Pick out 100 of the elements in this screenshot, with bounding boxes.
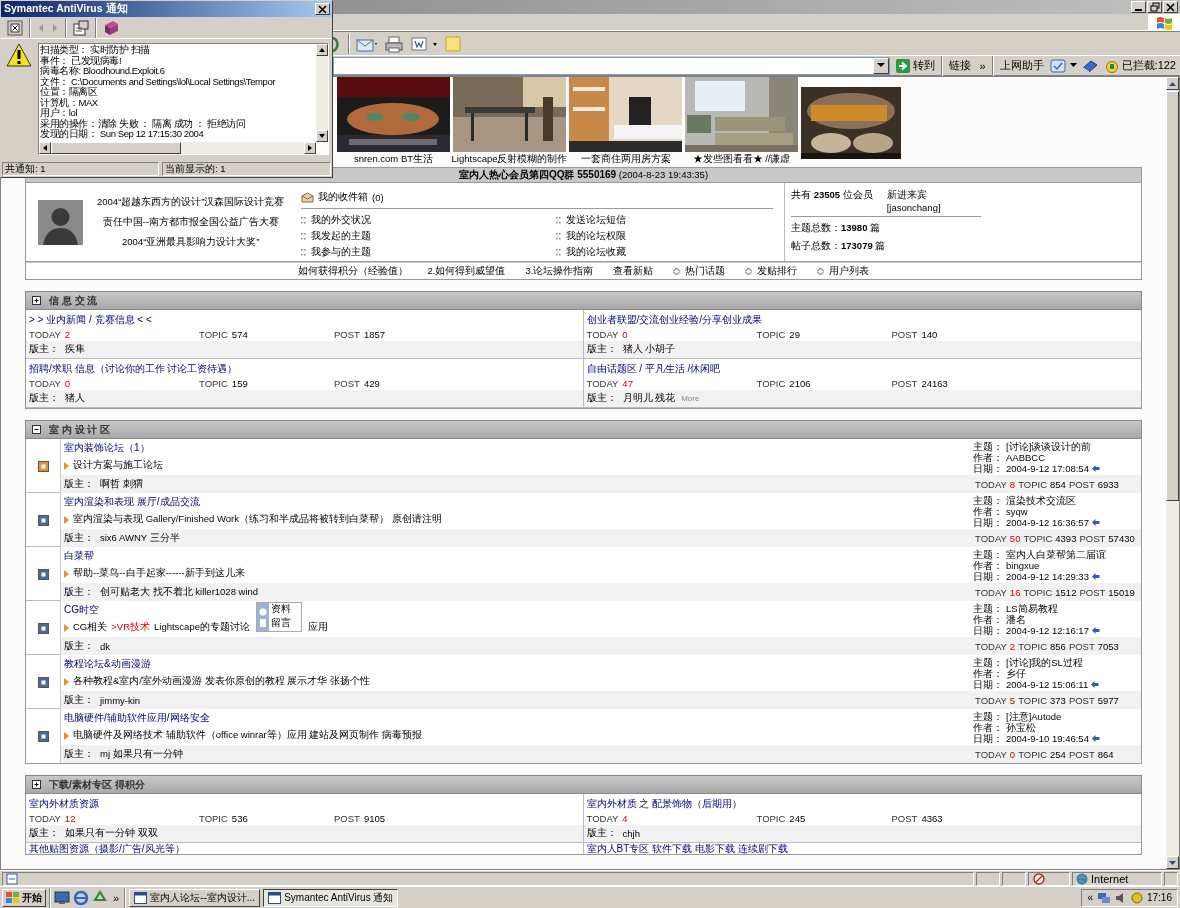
nav-link[interactable]: 如何获得积分（经验值） bbox=[297, 264, 408, 278]
properties-icon[interactable] bbox=[73, 19, 89, 36]
taskbar-button[interactable]: Symantec AntiVirus 通知 bbox=[263, 888, 399, 907]
links-button[interactable]: 链接 bbox=[947, 56, 974, 75]
forum-link[interactable]: 自由话题区 / 平凡生活 /休闲吧 bbox=[583, 361, 721, 376]
last-post-link[interactable]: [讨论]谈谈设计的前 bbox=[1006, 441, 1092, 452]
newcomer-link[interactable]: [jasonchang] bbox=[886, 202, 941, 213]
forum-link[interactable]: 招聘/求职 信息（讨论你的工作 讨论工资待遇） bbox=[26, 361, 238, 376]
minimize-button[interactable] bbox=[1131, 1, 1146, 13]
moderator-names[interactable]: six6 AWNY 三分半 bbox=[100, 531, 180, 545]
last-post-link[interactable]: [注意]Autode bbox=[1006, 711, 1062, 722]
expand-icon[interactable] bbox=[32, 296, 41, 305]
caret-icon[interactable] bbox=[1069, 63, 1077, 68]
scroll-thumb[interactable] bbox=[1166, 91, 1179, 501]
nav-link[interactable]: 查看新贴 bbox=[613, 264, 654, 278]
printer-icon[interactable] bbox=[384, 34, 404, 53]
jump-arrow-icon[interactable] bbox=[1091, 573, 1100, 580]
collapse-icon[interactable] bbox=[32, 425, 41, 434]
vertical-scrollbar[interactable] bbox=[316, 44, 328, 142]
show-hidden-button[interactable]: « bbox=[1087, 892, 1093, 903]
bullet-icon bbox=[556, 249, 561, 256]
network-icon[interactable] bbox=[1096, 891, 1111, 904]
forum-link[interactable]: CG时空 bbox=[61, 602, 99, 618]
more-button[interactable]: » bbox=[111, 891, 122, 904]
section-title[interactable]: 室 内 设 计 区 bbox=[49, 422, 111, 437]
browser-icon[interactable] bbox=[73, 889, 89, 906]
desktop-icon[interactable] bbox=[54, 889, 70, 906]
image-caption[interactable]: snren.com BT生活 bbox=[353, 153, 434, 166]
document-icon[interactable] bbox=[409, 34, 439, 53]
moderator-names[interactable]: dk bbox=[100, 640, 111, 652]
nav-link[interactable]: 2.如何得到威望值 bbox=[427, 264, 506, 278]
moderator-names[interactable]: 猪人 小胡子 bbox=[622, 343, 676, 356]
image-caption[interactable]: 一套商住两用房方案 bbox=[580, 153, 671, 166]
forum-link[interactable]: 室内外材质 之 配景饰物（后期用） bbox=[583, 796, 743, 811]
window-title: Symantec AntiVirus 通知 bbox=[4, 2, 128, 16]
moderator-names[interactable]: chjh bbox=[622, 828, 640, 839]
last-post-link[interactable]: 渲染技术交流区 bbox=[1006, 495, 1076, 506]
jump-arrow-icon[interactable] bbox=[1091, 681, 1100, 688]
address-field[interactable] bbox=[333, 56, 891, 75]
last-post-link[interactable]: 室内人白菜帮第二届谊 bbox=[1006, 549, 1106, 560]
forum-link[interactable]: 室内外材质资源 bbox=[26, 796, 99, 811]
image-caption[interactable]: ★发些图看看★ //谦虚 bbox=[692, 153, 791, 166]
panel-link[interactable]: 发送论坛短信 bbox=[566, 214, 626, 227]
moderator-names[interactable]: 月明儿 残花 bbox=[622, 392, 676, 405]
close-button[interactable] bbox=[1163, 1, 1178, 13]
expand-icon[interactable] bbox=[32, 780, 41, 789]
nav-link[interactable]: 热门话题 bbox=[685, 264, 726, 278]
go-button[interactable]: 转到 bbox=[894, 56, 938, 75]
forum-link[interactable]: 其他贴图资源（摄影/广告/风光等） bbox=[26, 843, 185, 854]
panel-link[interactable]: 我参与的主题 bbox=[311, 246, 371, 259]
forum-link[interactable]: 教程论坛&动画漫游 bbox=[61, 656, 151, 672]
close-notification-icon[interactable] bbox=[7, 19, 23, 36]
moderator-names[interactable]: 啊哲 刺猬 bbox=[100, 477, 143, 491]
image-caption[interactable]: Lightscape反射模糊的制作 bbox=[451, 153, 568, 166]
moderator-names[interactable]: 创可贴老大 找不着北 killer1028 wind bbox=[100, 585, 259, 599]
moderator-names[interactable]: mj 如果只有一分钟 bbox=[100, 747, 183, 761]
panel-link[interactable]: 我的论坛收藏 bbox=[566, 246, 626, 259]
menu-item[interactable]: 留言 bbox=[270, 617, 291, 630]
close-button[interactable] bbox=[315, 3, 330, 15]
jump-arrow-icon[interactable] bbox=[1091, 465, 1100, 472]
award-text: 2004“亚洲最具影响力设计大奖” bbox=[122, 235, 260, 249]
start-button[interactable]: 开始 bbox=[2, 888, 46, 907]
blocked-popups-button[interactable]: 已拦截:122 bbox=[1102, 56, 1178, 75]
menu-item[interactable]: 资料 bbox=[270, 603, 291, 616]
book-icon[interactable] bbox=[103, 19, 119, 36]
forum-link[interactable]: 创业者联盟/交流创业经验/分享创业成果 bbox=[583, 312, 763, 327]
section-title[interactable]: 信 息 交 流 bbox=[49, 293, 98, 308]
jump-arrow-icon[interactable] bbox=[1091, 519, 1100, 526]
taskbar-button[interactable]: 室内人论坛--室内设计... bbox=[129, 888, 261, 907]
jump-arrow-icon[interactable] bbox=[1091, 735, 1100, 742]
forum-link[interactable]: > > 业内新闻 / 竞赛信息 < < bbox=[26, 312, 152, 327]
more-button[interactable]: » bbox=[977, 56, 988, 75]
forum-link[interactable]: 室内装饰论坛（1） bbox=[61, 440, 150, 456]
forum-link[interactable]: 室内人BT专区 软件下载 电影下载 连续剧下载 bbox=[583, 843, 788, 854]
assistant-button[interactable]: 上网助手 bbox=[997, 56, 1046, 75]
moderator-names[interactable]: 疾隼 bbox=[65, 343, 85, 356]
section-title[interactable]: 下载/素材专区 得积分 bbox=[49, 777, 145, 792]
eraser-icon[interactable] bbox=[1080, 58, 1099, 73]
panel-link[interactable]: 我发起的主题 bbox=[311, 230, 371, 243]
scroll-down-button[interactable] bbox=[1166, 856, 1179, 869]
inbox-link[interactable]: 我的收件箱 bbox=[318, 191, 368, 204]
jump-arrow-icon[interactable] bbox=[1091, 627, 1100, 634]
nav-link[interactable]: 用户列表 bbox=[829, 264, 870, 278]
clock: 17:16 bbox=[1146, 892, 1172, 903]
last-post-link[interactable]: LS简易教程 bbox=[1006, 603, 1058, 614]
restore-button[interactable] bbox=[1147, 1, 1162, 13]
forum-link[interactable]: 白菜帮 bbox=[61, 548, 94, 564]
panel-link[interactable]: 我的论坛权限 bbox=[566, 230, 626, 243]
panel-link[interactable]: 我的外交状况 bbox=[311, 214, 371, 227]
moderator-names[interactable]: 如果只有一分钟 双双 bbox=[65, 827, 158, 840]
forum-link[interactable]: 室内渲染和表现 展厅/成品交流 bbox=[61, 494, 200, 510]
forum-link[interactable]: 电脑硬件/辅助软件应用/网络安全 bbox=[61, 710, 210, 726]
nav-link[interactable]: 3.论坛操作指南 bbox=[525, 264, 594, 278]
last-post-link[interactable]: [讨论]我的SL过程 bbox=[1006, 657, 1083, 668]
moderator-names[interactable]: jimmy-kin bbox=[100, 694, 141, 706]
moderator-names[interactable]: 猪人 bbox=[65, 392, 85, 405]
nav-link[interactable]: 发贴排行 bbox=[757, 264, 798, 278]
dropdown-button[interactable] bbox=[873, 57, 890, 74]
scroll-up-button[interactable] bbox=[1166, 77, 1179, 90]
horizontal-scrollbar[interactable] bbox=[39, 142, 316, 154]
